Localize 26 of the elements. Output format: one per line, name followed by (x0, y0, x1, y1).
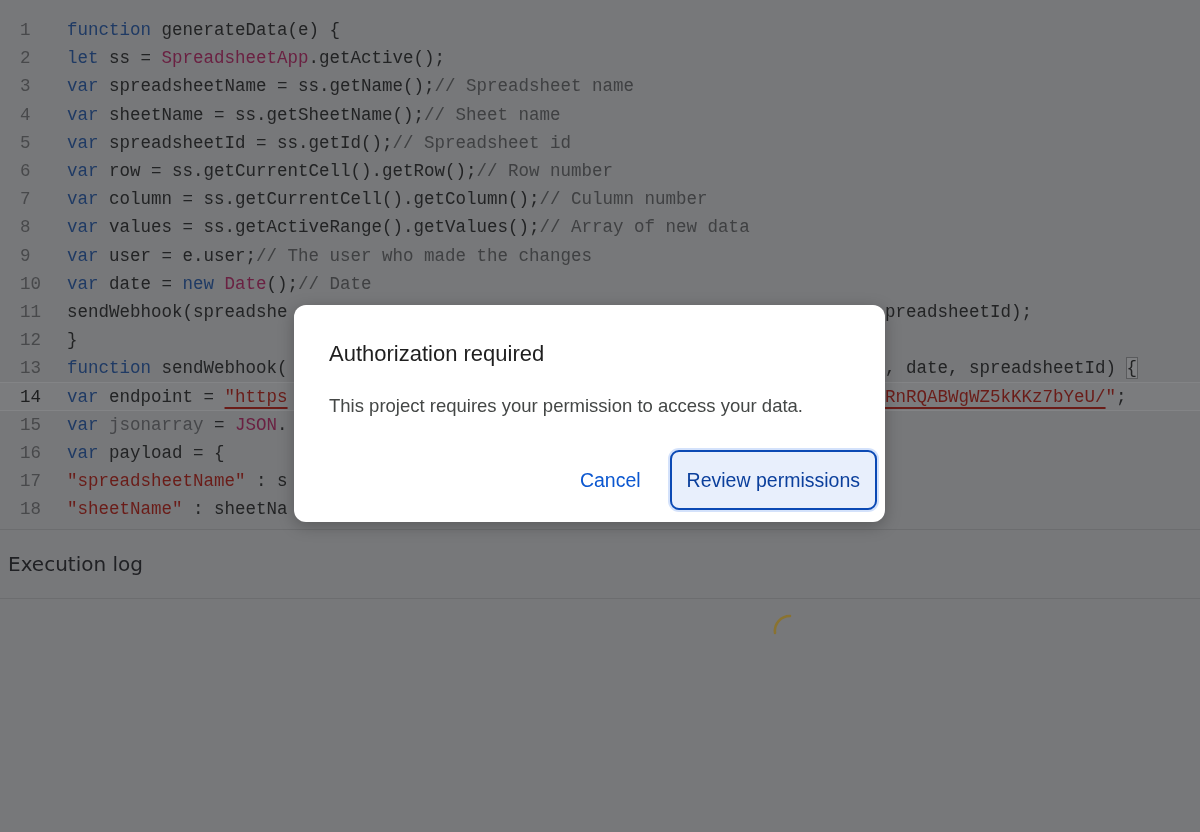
code-line: var date = new Date();// Date (67, 273, 372, 294)
cancel-button[interactable]: Cancel (564, 450, 656, 510)
code-line: var payload = { (67, 442, 225, 463)
code-line: function generateData(e) { (67, 20, 341, 41)
code-line: var sheetName = ss.getSheetName();// Sheet name (67, 104, 561, 125)
code-line: var user = e.user;// The user who made the changes (67, 245, 593, 266)
panel-title: Execution log (8, 552, 143, 577)
code-line: "spreadsheetName" : s (67, 471, 288, 492)
code-line: sendWebhook(spreadshe (67, 301, 288, 322)
line-number: 14 (19, 386, 42, 407)
code-line: var values = ss.getActiveRange().getValues();// Array of new data (67, 217, 750, 238)
code-line: var endpoint = "https (67, 386, 288, 407)
code-line: var spreadsheetName = ss.getName();// Spreadsheet name (67, 76, 635, 97)
dialog-message: This project requires your permission to access your data. (329, 395, 804, 417)
dialog-title: Authorization required (329, 341, 546, 367)
code-line: preadsheetId); (885, 301, 1033, 322)
code-line: var row = ss.getCurrentCell().getRow();// Row number (67, 161, 614, 182)
code-line: var column = ss.getCurrentCell().getColumn();// Culumn number (67, 189, 708, 210)
code-line: let ss = SpreadsheetApp.getActive(); (67, 48, 446, 69)
code-line: , date, spreadsheetId) { (885, 358, 1138, 379)
code-line: RnRQABWgWZ5kKKz7bYeU/"; (885, 386, 1127, 407)
review-button[interactable]: Review permissions (669, 450, 877, 510)
code-line: function sendWebhook( (67, 358, 288, 379)
code-line: } (67, 330, 78, 351)
code-line: "sheetName" : sheetNa (67, 499, 288, 520)
code-line: var spreadsheetId = ss.getId();// Spreadsheet id (67, 132, 572, 153)
